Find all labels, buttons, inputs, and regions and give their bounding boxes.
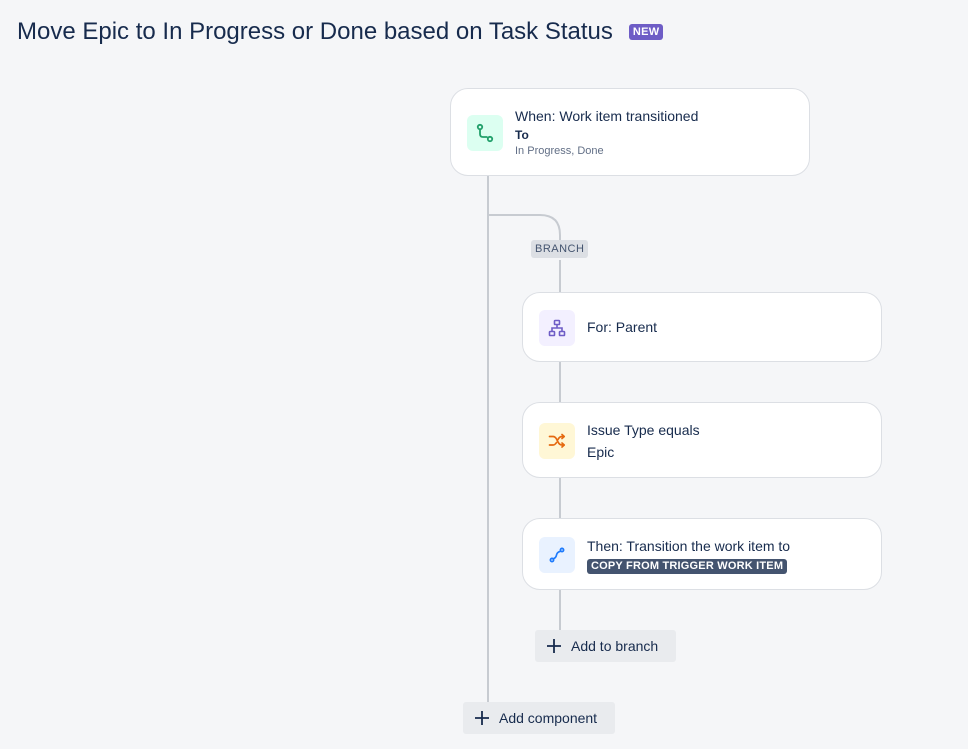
for-title: For: Parent bbox=[587, 319, 658, 335]
condition-title: Issue Type equals bbox=[587, 422, 700, 438]
add-to-branch-label: Add to branch bbox=[571, 638, 659, 654]
branch-label: BRANCH bbox=[531, 240, 589, 258]
add-to-branch-button[interactable]: Add to branch bbox=[535, 630, 676, 662]
condition-value: Epic bbox=[587, 444, 615, 460]
action-text: Then: Transition the work item to COPY F… bbox=[587, 537, 790, 574]
trigger-icon-tile bbox=[467, 115, 503, 151]
for-text: For: Parent bbox=[587, 318, 657, 336]
trigger-title: When: Work item transitioned bbox=[515, 108, 699, 124]
condition-card[interactable]: Issue Type equals Epic bbox=[522, 402, 882, 478]
action-status-lozenge: COPY FROM TRIGGER WORK ITEM bbox=[587, 559, 788, 574]
shuffle-icon bbox=[548, 433, 566, 448]
route-icon bbox=[549, 547, 565, 563]
condition-text: Issue Type equals Epic bbox=[587, 421, 700, 461]
for-parent-card[interactable]: For: Parent bbox=[522, 292, 882, 362]
plus-icon bbox=[545, 637, 563, 655]
for-icon-tile bbox=[539, 310, 575, 346]
trigger-field-value: In Progress, Done bbox=[515, 145, 604, 157]
plus-icon bbox=[473, 709, 491, 727]
transition-path-icon bbox=[476, 123, 494, 143]
action-title: Then: Transition the work item to bbox=[587, 538, 791, 554]
condition-icon-tile bbox=[539, 423, 575, 459]
trigger-field-label: To bbox=[515, 128, 529, 142]
action-card[interactable]: Then: Transition the work item to COPY F… bbox=[522, 518, 882, 590]
branch-connector bbox=[488, 214, 561, 240]
trigger-text: When: Work item transitioned To In Progr… bbox=[515, 107, 698, 158]
trigger-card[interactable]: When: Work item transitioned To In Progr… bbox=[450, 88, 810, 176]
action-icon-tile bbox=[539, 537, 575, 573]
add-component-label: Add component bbox=[499, 710, 598, 726]
hierarchy-icon bbox=[548, 319, 566, 337]
automation-rule-editor: Move Epic to In Progress or Done based o… bbox=[0, 0, 968, 749]
add-component-button[interactable]: Add component bbox=[463, 702, 615, 734]
